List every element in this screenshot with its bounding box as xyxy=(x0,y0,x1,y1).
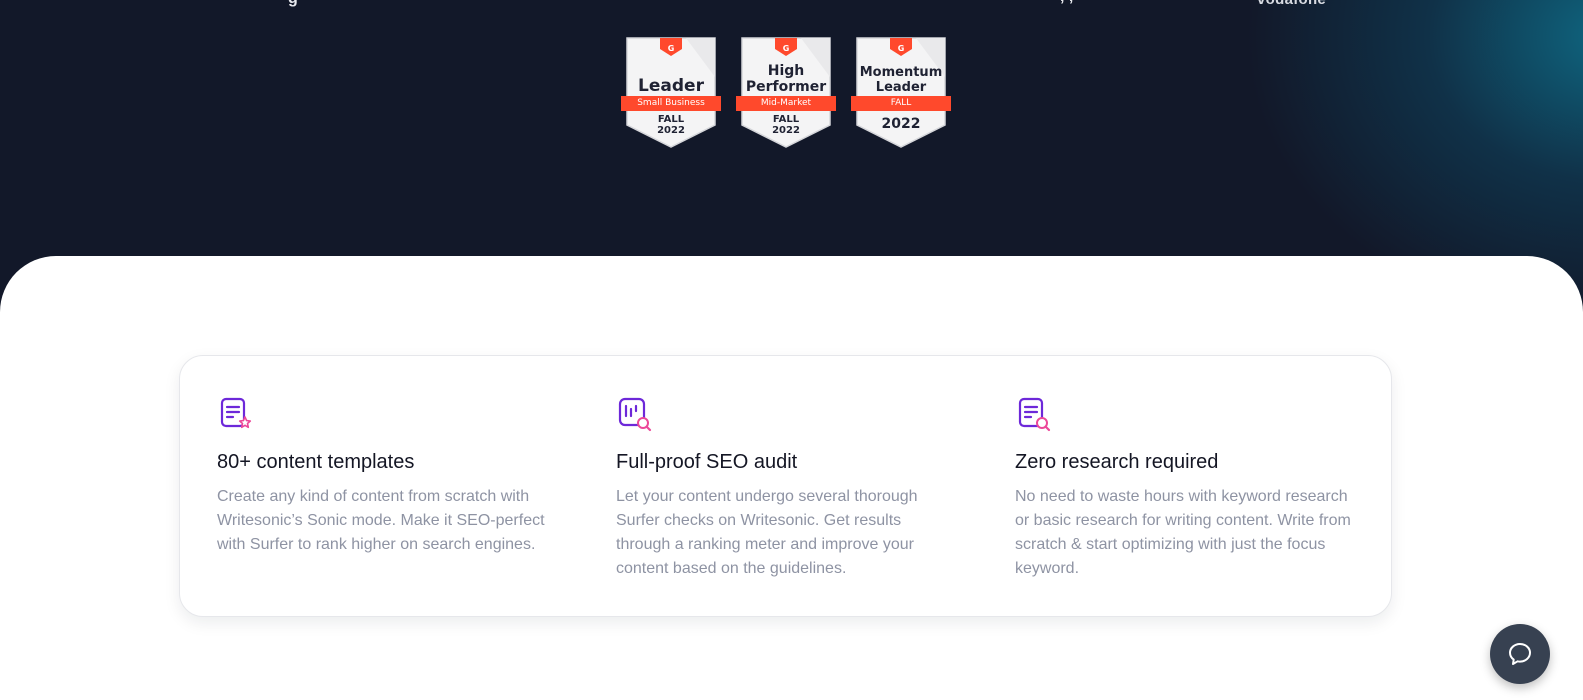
feature-description: Create any kind of content from scratch … xyxy=(217,488,545,553)
g2-badge-leader: G Leader Small Business FALL 2022 xyxy=(621,37,721,149)
svg-text:G: G xyxy=(783,44,790,53)
g2-badge-momentum-leader: G Momentum Leader FALL 2022 xyxy=(851,37,951,149)
chat-launcher-button[interactable] xyxy=(1490,624,1550,684)
badge-title-line-1: Momentum xyxy=(859,65,943,80)
badge-ribbon: Mid-Market xyxy=(736,96,836,111)
hero-section: g , , vodafone G Leader Small Business F… xyxy=(0,0,1583,300)
g2-badge-high-performer: G High Performer Mid-Market FALL 2022 xyxy=(736,37,836,149)
chat-bubble-icon xyxy=(1509,643,1531,665)
feature-title: 80+ content templates xyxy=(217,451,415,473)
feature-description: Let your content undergo several thoroug… xyxy=(616,488,918,577)
feature-title: Zero research required xyxy=(1015,451,1219,473)
badge-year: 2022 xyxy=(657,125,685,136)
hero-glow xyxy=(1243,0,1583,300)
badge-title-line-2: Performer xyxy=(745,79,827,95)
badge-ribbon: Small Business xyxy=(621,96,721,111)
svg-text:G: G xyxy=(668,44,675,53)
award-badges: G Leader Small Business FALL 2022 G High… xyxy=(621,37,951,152)
features-card: 80+ content templates Create any kind of… xyxy=(179,355,1392,617)
badge-title-line-2: Leader xyxy=(875,80,927,95)
badge-year: 2022 xyxy=(881,116,921,132)
chart-search-icon xyxy=(618,397,652,432)
badge-title: Leader xyxy=(638,76,704,96)
badge-title-line-1: High xyxy=(767,63,805,79)
svg-text:G: G xyxy=(898,44,905,53)
features-section: 80+ content templates Create any kind of… xyxy=(0,256,1583,700)
badge-season: FALL xyxy=(772,114,800,125)
badge-year: 2022 xyxy=(772,125,800,136)
document-star-icon xyxy=(220,397,252,429)
cropped-logo-fragment: g xyxy=(288,0,298,8)
badge-season: FALL xyxy=(657,114,685,125)
document-search-icon xyxy=(1018,397,1051,432)
badge-ribbon: FALL xyxy=(851,96,951,111)
feature-title: Full-proof SEO audit xyxy=(616,451,798,473)
feature-description: No need to waste hours with keyword rese… xyxy=(1015,488,1351,577)
cropped-logo-fragment: , , xyxy=(1060,0,1073,6)
partner-logo-vodafone: vodafone xyxy=(1257,0,1326,8)
